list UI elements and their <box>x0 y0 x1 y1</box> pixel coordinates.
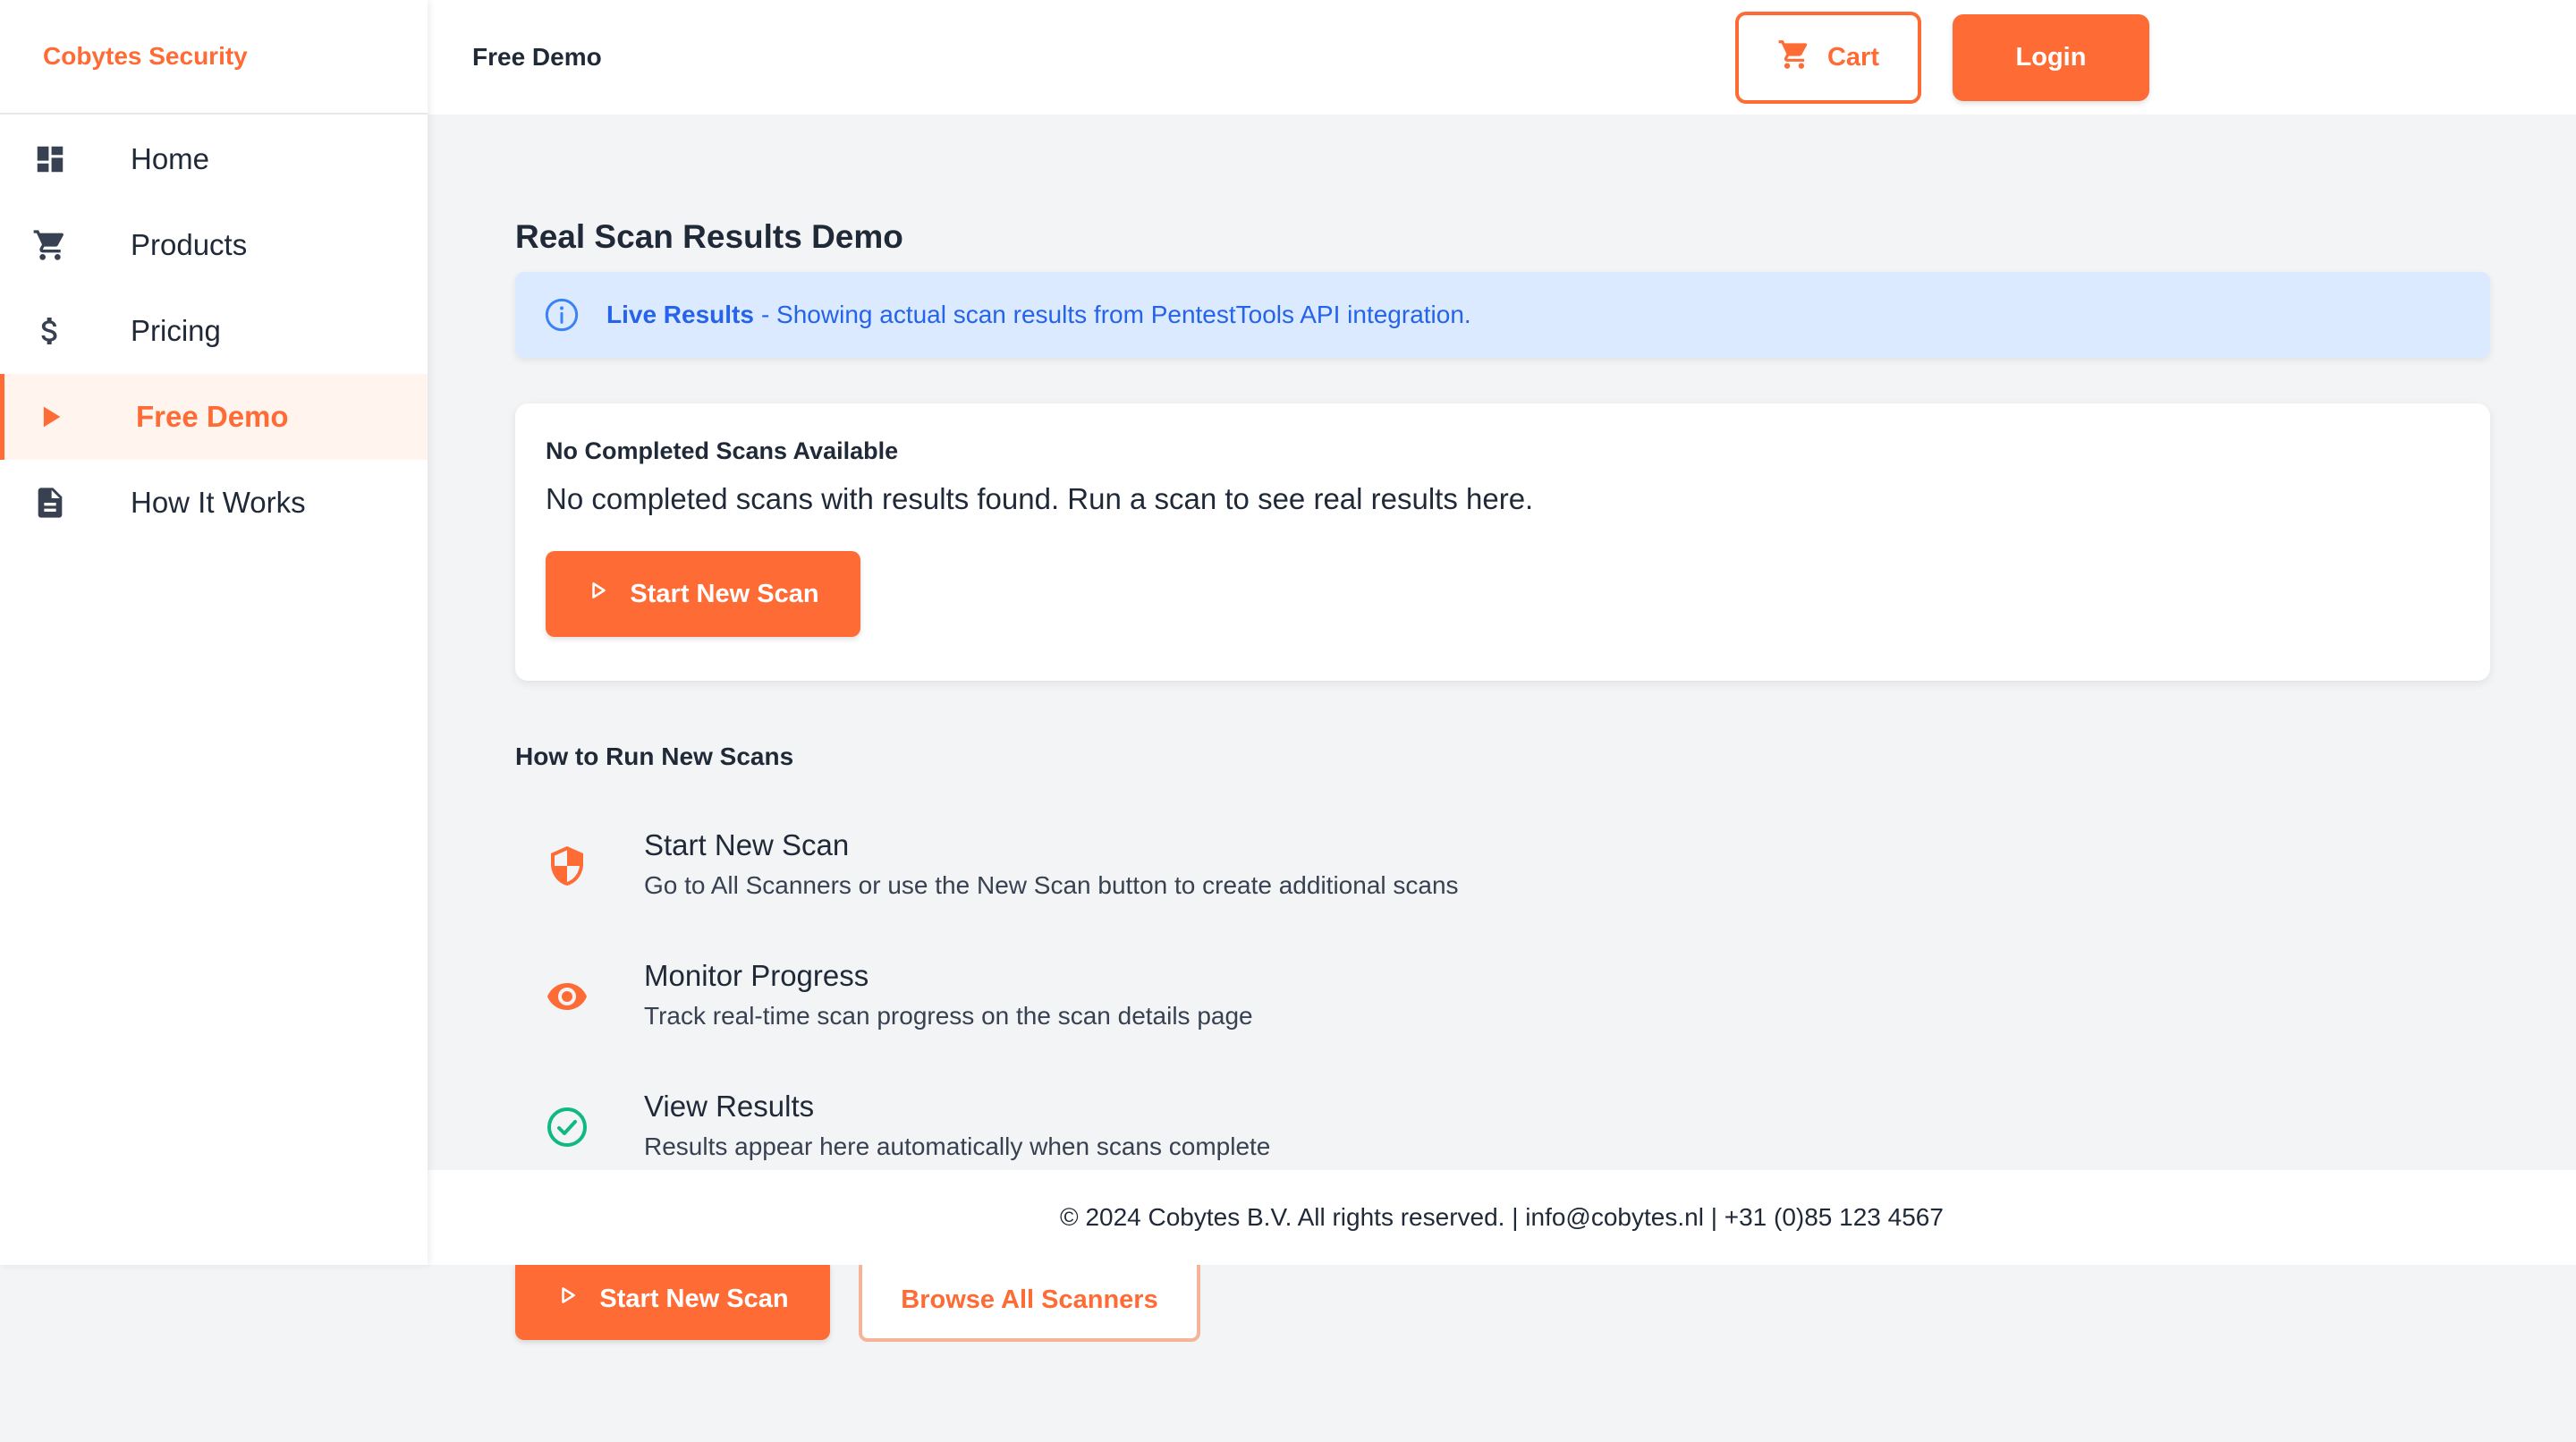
dashboard-icon <box>32 141 68 177</box>
brand-logo[interactable]: Cobytes Security <box>0 0 428 115</box>
how-to-step: Monitor Progress Track real-time scan pr… <box>515 959 2125 1048</box>
start-new-scan-button-bottom[interactable]: Start New Scan <box>515 1258 830 1340</box>
document-icon <box>32 485 68 521</box>
sidebar-item-free-demo[interactable]: Free Demo <box>0 374 428 460</box>
alert-text: - Showing actual scan results from Pente… <box>760 301 1471 328</box>
step-description: Track real-time scan progress on the sca… <box>644 1002 1253 1030</box>
empty-state-text: No completed scans with results found. R… <box>546 482 1534 515</box>
sidebar-nav: Home Products Pricing Free Demo How It W… <box>0 115 428 546</box>
page-header-title: Free Demo <box>472 43 602 71</box>
step-description: Results appear here automatically when s… <box>644 1132 1271 1160</box>
sidebar: Cobytes Security Home Products Pricing F… <box>0 0 428 1265</box>
how-to-step: View Results Results appear here automat… <box>515 1090 2125 1179</box>
sidebar-item-how-it-works[interactable]: How It Works <box>0 460 428 546</box>
eye-icon <box>547 983 587 1010</box>
how-to-title: How to Run New Scans <box>515 742 794 770</box>
info-icon <box>545 298 579 332</box>
top-bar: Free Demo <box>428 0 2576 115</box>
login-button[interactable]: Login <box>1953 14 2149 101</box>
sidebar-item-home[interactable]: Home <box>0 116 428 202</box>
sidebar-item-products[interactable]: Products <box>0 202 428 288</box>
cart-icon <box>1777 38 1811 79</box>
browse-all-scanners-button[interactable]: Browse All Scanners <box>859 1258 1200 1342</box>
cart-icon <box>32 227 68 263</box>
play-outline-icon <box>587 579 610 609</box>
dollar-icon <box>32 313 68 349</box>
cart-button[interactable]: Cart <box>1735 12 1921 104</box>
info-alert: Live Results - Showing actual scan resul… <box>515 272 2490 358</box>
empty-state-card: No Completed Scans Available No complete… <box>515 403 2490 681</box>
footer-text: © 2024 Cobytes B.V. All rights reserved.… <box>1060 1203 1944 1231</box>
sidebar-item-label: How It Works <box>131 486 306 519</box>
shield-icon <box>551 846 583 886</box>
check-circle-icon <box>547 1107 587 1147</box>
step-description: Go to All Scanners or use the New Scan b… <box>644 871 1459 899</box>
page-title: Real Scan Results Demo <box>515 218 903 255</box>
sidebar-item-label: Products <box>131 228 248 261</box>
cart-label: Cart <box>1826 43 1879 72</box>
sidebar-item-label: Home <box>131 142 210 175</box>
step-title: Monitor Progress <box>644 959 869 992</box>
sidebar-item-label: Pricing <box>131 314 221 347</box>
sidebar-item-pricing[interactable]: Pricing <box>0 288 428 374</box>
sidebar-item-label: Free Demo <box>136 400 289 433</box>
button-label: Start New Scan <box>630 579 819 608</box>
step-title: Start New Scan <box>644 828 850 861</box>
how-to-step: Start New Scan Go to All Scanners or use… <box>515 828 2125 918</box>
play-icon <box>32 399 68 435</box>
button-label: Start New Scan <box>599 1284 789 1313</box>
play-outline-icon <box>556 1284 580 1314</box>
alert-strong-text: Live Results <box>606 301 754 328</box>
start-new-scan-button[interactable]: Start New Scan <box>546 551 860 637</box>
footer: © 2024 Cobytes B.V. All rights reserved.… <box>428 1170 2576 1265</box>
step-title: View Results <box>644 1090 815 1123</box>
empty-state-title: No Completed Scans Available <box>546 437 899 464</box>
